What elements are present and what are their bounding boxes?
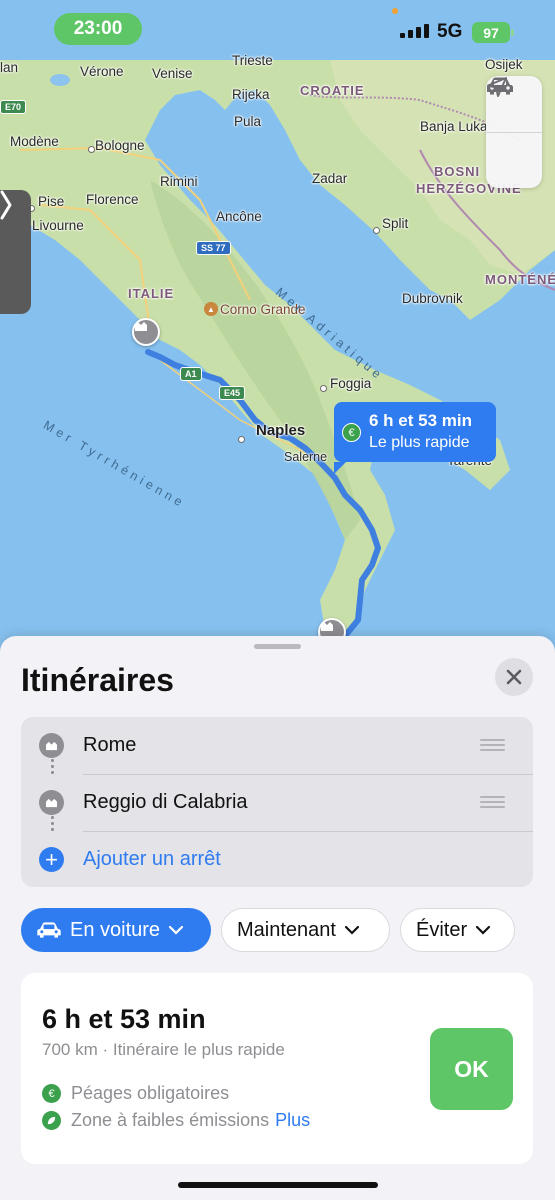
transport-mode-button[interactable]: En voiture [21, 908, 211, 952]
map-label-croatie: CROATIE [300, 83, 365, 98]
route-note-lez: Zone à faibles émissions Plus [42, 1110, 310, 1131]
stop-label: Reggio di Calabria [83, 791, 248, 813]
avoid-label: Éviter [416, 918, 468, 941]
page-title: Itinéraires [21, 662, 174, 698]
stop-label: Rome [83, 734, 137, 756]
map-label-milan: lan [0, 60, 19, 75]
map-controls [486, 76, 542, 188]
battery-level: 97 [483, 24, 499, 41]
map-label-livourne: Livourne [32, 218, 84, 233]
transport-mode-label: En voiture [70, 918, 161, 941]
network-type: 5G [437, 21, 463, 42]
map-label-venise: Venise [152, 66, 193, 81]
map-label-bosnie: BOSNI [434, 164, 481, 179]
road-shield-a1: A1 [180, 367, 202, 381]
landmark-icon [39, 790, 64, 815]
city-dot [373, 227, 380, 234]
add-stop-label: Ajouter un arrêt [83, 848, 221, 870]
status-bar: 23:00 5G 97 [0, 0, 555, 60]
location-arrow-icon [487, 77, 507, 97]
landmark-icon [39, 733, 64, 758]
map-label-zadar: Zadar [312, 171, 348, 186]
avoid-button[interactable]: Éviter [400, 908, 515, 952]
chevron-down-icon [344, 925, 360, 935]
map-label-pula: Pula [234, 114, 262, 129]
route-note-text: Zone à faibles émissions [71, 1110, 270, 1130]
road-shield-e45: E45 [219, 386, 246, 400]
map-label-split: Split [382, 216, 409, 231]
route-note-text: Péages obligatoires [71, 1083, 230, 1103]
road-shield-ss77: SS 77 [196, 241, 231, 255]
map-label-rimini: Rimini [160, 174, 198, 189]
add-stop-button[interactable]: + Ajouter un arrêt [21, 831, 533, 888]
route-duration: 6 h et 53 min [42, 1004, 206, 1034]
map-view[interactable]: lan Vérone Venise Trieste Rijeka CROATIE… [0, 0, 555, 660]
close-icon [506, 669, 522, 685]
chevron-down-icon [476, 925, 491, 935]
map-label-banja-luka: Banja Luka [420, 119, 488, 134]
directions-sheet: Itinéraires Rome Reggio di Calabria + Aj… [0, 636, 555, 1200]
route-note-tolls: € Péages obligatoires [42, 1083, 229, 1104]
map-label-bologne: Bologne [95, 138, 145, 153]
stop-row-destination[interactable]: Reggio di Calabria [21, 774, 533, 831]
route-description: 700 km · Itinéraire le plus rapide [42, 1040, 285, 1059]
departure-time-button[interactable]: Maintenant [221, 908, 390, 952]
battery-icon: 97 [472, 22, 514, 43]
chevron-down-icon [168, 925, 184, 935]
map-label-foggia: Foggia [330, 376, 372, 391]
map-label-montene: MONTÉNÉ [485, 272, 555, 287]
locate-me-button[interactable] [486, 77, 542, 188]
callout-subtitle: Le plus rapide [369, 434, 470, 451]
stop-row-origin[interactable]: Rome [21, 717, 533, 774]
map-label-naples: Naples [256, 422, 306, 439]
status-time: 23:00 [54, 13, 142, 45]
side-panel-handle[interactable] [0, 190, 31, 314]
origin-pin-icon[interactable] [132, 318, 160, 346]
map-label-modene: Modène [10, 134, 59, 149]
map-label-florence: Florence [86, 192, 139, 207]
map-label-italie: ITALIE [128, 286, 175, 301]
departure-time-label: Maintenant [237, 918, 336, 941]
map-label-dubrovnik: Dubrovnik [402, 291, 463, 306]
callout-time: 6 h et 53 min [369, 411, 472, 430]
drag-handle-icon[interactable] [480, 739, 505, 752]
privacy-indicator [392, 8, 398, 14]
city-dot [88, 146, 95, 153]
more-link[interactable]: Plus [275, 1110, 310, 1131]
sheet-grabber[interactable] [254, 644, 301, 649]
stops-list: Rome Reggio di Calabria + Ajouter un arr… [21, 717, 533, 887]
car-icon [37, 922, 61, 938]
close-button[interactable] [495, 658, 533, 696]
route-card[interactable]: 6 h et 53 min 700 km · Itinéraire le plu… [21, 973, 533, 1164]
map-label-pise: Pise [38, 194, 65, 209]
map-label-ancone: Ancône [216, 209, 262, 224]
city-dot [238, 436, 245, 443]
map-canvas [0, 0, 555, 660]
map-label-salerne: Salerne [284, 450, 328, 464]
leaf-icon [42, 1111, 61, 1130]
city-dot [320, 385, 327, 392]
go-button[interactable]: OK [430, 1028, 513, 1110]
mountain-icon: ▲ [204, 302, 218, 316]
map-label-verone: Vérone [80, 64, 124, 79]
home-indicator[interactable] [178, 1182, 378, 1188]
euro-icon: € [342, 423, 361, 442]
route-callout[interactable]: € 6 h et 53 min Le plus rapide [334, 402, 496, 474]
signal-icon [400, 24, 429, 38]
map-label-rijeka: Rijeka [232, 87, 270, 102]
chevron-right-icon [0, 190, 12, 220]
drag-handle-icon[interactable] [480, 796, 505, 809]
road-shield-e70: E70 [0, 100, 27, 114]
plus-icon: + [39, 847, 64, 872]
euro-icon: € [42, 1084, 61, 1103]
